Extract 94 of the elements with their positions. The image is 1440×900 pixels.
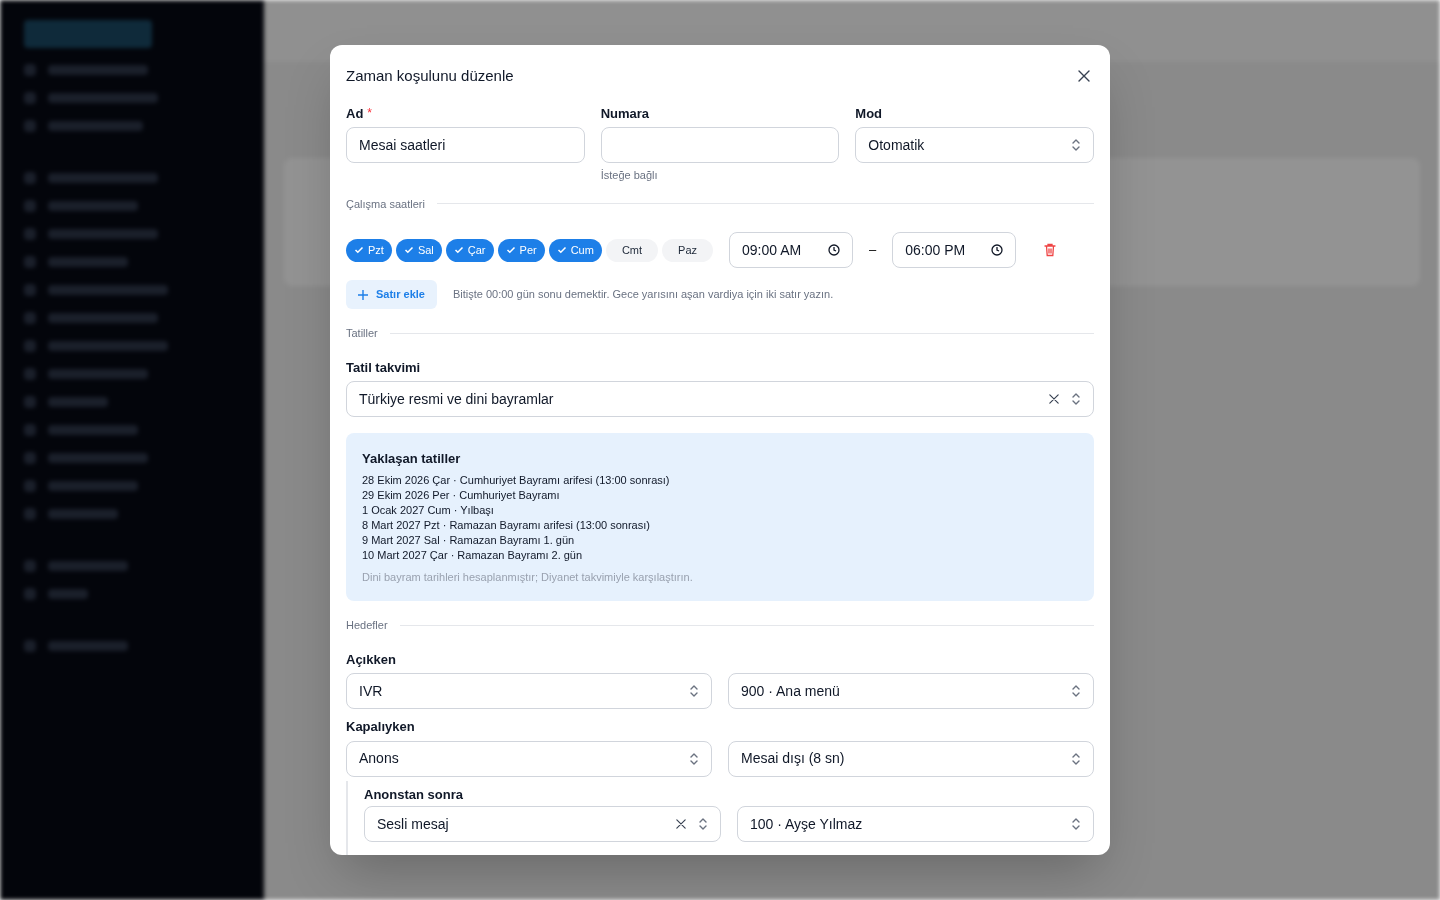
time-field[interactable]: 06:00 PM	[892, 232, 1017, 268]
blurred-menu-icon	[24, 312, 36, 324]
blurred-menu-icon	[24, 256, 36, 268]
time-value: 06:00 PM	[905, 240, 966, 260]
chevron-up-down-icon	[1071, 817, 1081, 831]
day-toggle[interactable]: Cum	[548, 238, 602, 262]
check-icon	[505, 245, 516, 255]
blurred-menu-icon	[24, 396, 36, 408]
field-label: Ad	[346, 104, 364, 123]
select-field[interactable]: 100 · Ayşe Yılmaz	[737, 806, 1094, 842]
select-field[interactable]: Sesli mesaj	[364, 806, 721, 842]
input-field[interactable]	[600, 127, 840, 163]
section-label: Hedefler	[346, 618, 388, 633]
blurred-menu-label	[48, 397, 108, 407]
blurred-menu-icon	[24, 340, 36, 352]
select-value: Türkiye resmi ve dini bayramlar	[359, 389, 554, 409]
field-label: Kapalıyken	[346, 718, 416, 736]
field-label: Açıkken	[346, 650, 397, 669]
field-label: Anonstan sonra	[364, 785, 464, 804]
select-field[interactable]: Mesai dışı (8 sn)	[728, 740, 1094, 777]
blurred-menu-icon	[24, 640, 36, 652]
holiday-item: 10 Mart 2027 Çar · Ramazan Bayramı 2. gün	[362, 547, 584, 563]
holiday-item: 29 Ekim 2026 Per · Cumhuriyet Bayramı	[362, 487, 561, 503]
select-field[interactable]: Türkiye resmi ve dini bayramlar	[346, 381, 1094, 417]
clock-icon[interactable]	[991, 244, 1004, 256]
day-toggle[interactable]: Pzt	[346, 238, 392, 262]
blurred-menu-icon	[24, 588, 36, 600]
blurred-menu-icon	[24, 480, 36, 492]
check-icon	[556, 245, 567, 255]
holiday-item: 8 Mart 2027 Pzt · Ramazan Bayramı arifesi (13:00 sonrası)	[362, 517, 651, 533]
section-label: Çalışma saatleri	[346, 196, 425, 212]
chevron-up-down-icon	[698, 817, 708, 831]
chevron-up-down-icon	[689, 684, 699, 698]
panel-title: Yaklaşan tatiller	[362, 450, 462, 468]
select-value: Mesai dışı (8 sn)	[741, 749, 845, 768]
chevron-up-down-icon	[1071, 392, 1081, 406]
dialog-title: Zaman koşulunu düzenle	[346, 66, 514, 86]
blurred-menu-icon	[24, 452, 36, 464]
chevron-up-down-icon	[1071, 751, 1081, 766]
blurred-menu-icon	[24, 424, 36, 436]
chevron-up-down-icon	[1071, 138, 1081, 152]
hint-text: Bitişte 00:00 gün sonu demektir. Gece yarısını aşan vardiya için iki satır yazın.	[452, 287, 834, 303]
select-field[interactable]: 900 · Ana menü	[728, 673, 1094, 709]
blurred-menu-icon	[24, 120, 36, 132]
section-label: Tatiller	[346, 326, 378, 341]
select-value: Anons	[359, 749, 399, 768]
time-field[interactable]: 09:00 AM	[729, 232, 854, 268]
input-field[interactable]: Mesai saatleri	[346, 127, 585, 163]
day-toggle[interactable]: Paz	[662, 238, 714, 262]
select-field[interactable]: IVR	[346, 673, 712, 709]
select-value: 100 · Ayşe Yılmaz	[750, 814, 863, 834]
select-value: IVR	[359, 681, 383, 701]
select-value: Sesli mesaj	[377, 814, 449, 834]
field-label: Mod	[855, 104, 883, 123]
blurred-menu-icon	[24, 508, 36, 520]
blurred-menu-icon	[24, 92, 36, 104]
clock-icon[interactable]	[828, 244, 841, 256]
blurred-menu-label	[48, 589, 88, 599]
select-field[interactable]: Otomatik	[855, 127, 1094, 163]
plus-icon	[358, 289, 368, 300]
blurred-menu-label	[48, 509, 118, 519]
blurred-menu-icon	[24, 172, 36, 184]
blurred-menu-icon	[24, 560, 36, 572]
check-icon	[403, 245, 414, 255]
blurred-menu-icon	[24, 368, 36, 380]
day-toggle[interactable]: Cmt	[605, 238, 659, 262]
chevron-up-down-icon	[689, 751, 699, 766]
holiday-item: 1 Ocak 2027 Cum · Yılbaşı	[362, 502, 495, 518]
check-icon	[453, 245, 464, 255]
clear-icon[interactable]	[1049, 394, 1059, 404]
panel-note: Dini bayram tarihleri hesaplanmıştır; Diyanet takvimiyle karşılaştırın.	[362, 569, 694, 585]
field-label: Numara	[600, 104, 650, 123]
blurred-menu-icon	[24, 64, 36, 76]
select-value: Otomatik	[868, 135, 925, 155]
add-row-button[interactable]: Satır ekle	[346, 280, 437, 309]
day-toggle[interactable]: Sal	[395, 238, 442, 262]
field-hint: İsteğe bağlı	[600, 168, 659, 183]
holiday-item: 9 Mart 2027 Sal · Ramazan Bayramı 1. gün	[362, 532, 576, 548]
clear-icon[interactable]	[676, 819, 686, 829]
blurred-menu-icon	[24, 200, 36, 212]
blurred-menu-icon	[24, 284, 36, 296]
select-value: 900 · Ana menü	[741, 681, 840, 701]
range-separator: –	[869, 241, 877, 260]
field-label: Tatil takvimi	[346, 358, 422, 377]
day-toggle[interactable]: Çar	[445, 238, 494, 262]
day-toggle[interactable]: Per	[497, 238, 545, 262]
blurred-menu-icon	[24, 228, 36, 240]
trash-icon	[1044, 243, 1057, 257]
time-value: 09:00 AM	[742, 240, 802, 260]
required-mark: *	[367, 104, 372, 122]
select-field[interactable]: Anons	[346, 740, 712, 777]
holiday-item: 28 Ekim 2026 Çar · Cumhuriyet Bayramı arifesi (13:00 sonrası)	[362, 472, 671, 488]
check-icon	[354, 245, 364, 255]
chevron-up-down-icon	[1071, 684, 1081, 698]
